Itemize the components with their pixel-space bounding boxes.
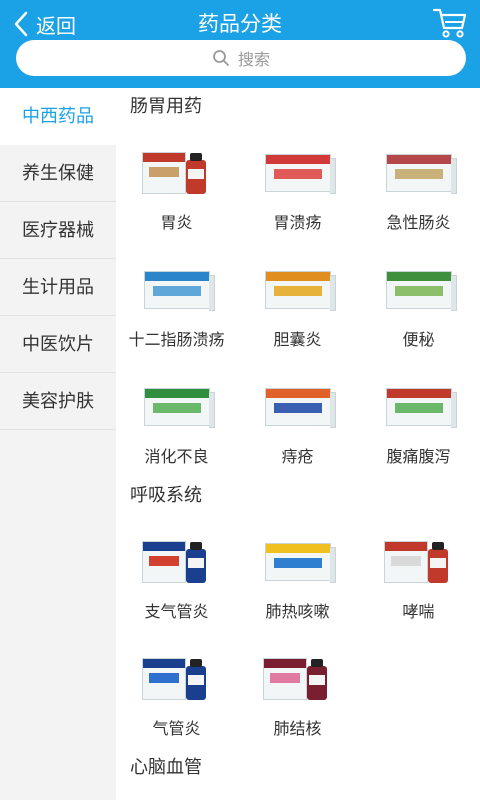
category-item-label: 腹痛腹泻 [386, 447, 451, 466]
category-item-label: 胃溃疡 [273, 213, 322, 232]
category-item[interactable]: 急性肠炎 [358, 126, 479, 243]
category-item[interactable]: 胃炎 [116, 126, 237, 243]
search-placeholder: 搜索 [237, 50, 270, 69]
category-item[interactable]: 腹痛腹泻 [358, 360, 479, 477]
category-item-label: 气管炎 [152, 719, 201, 738]
category-item[interactable]: 肺热咳嗽 [237, 515, 358, 632]
category-item-label: 急性肠炎 [386, 213, 451, 232]
category-sidebar: 中西药品 养生保健 医疗器械 生计用品 中医饮片 美容护肤 [0, 88, 116, 800]
page-title: 药品分类 [198, 12, 282, 36]
sidebar-item-herbal-pieces[interactable]: 中医饮片 [0, 316, 116, 373]
category-item-label: 消化不良 [144, 447, 209, 466]
category-item[interactable]: 便秘 [358, 243, 479, 360]
category-item[interactable]: 消化不良 [116, 360, 237, 477]
product-image [261, 140, 336, 200]
product-image [261, 646, 335, 706]
product-image [261, 529, 336, 589]
category-item-label: 胆囊炎 [273, 330, 322, 349]
category-item[interactable]: 气管炎 [116, 632, 237, 749]
category-grid-respiratory: 支气管炎 肺热咳嗽 哮喘气管炎 肺结核 [116, 515, 480, 749]
category-item-label: 便秘 [402, 330, 435, 349]
category-item-label: 肺结核 [273, 719, 322, 738]
search-input[interactable]: 搜索 [16, 40, 466, 76]
product-image [261, 374, 336, 434]
product-image [382, 257, 457, 317]
sidebar-item-beauty-skincare[interactable]: 美容护肤 [0, 373, 116, 430]
category-item[interactable]: 肺结核 [237, 632, 358, 749]
product-image [382, 529, 456, 589]
product-image [140, 529, 214, 589]
category-item[interactable]: 十二指肠溃疡 [116, 243, 237, 360]
category-item[interactable]: 支气管炎 [116, 515, 237, 632]
category-item-label: 哮喘 [402, 602, 435, 621]
category-item[interactable]: 胃溃疡 [237, 126, 358, 243]
category-item-label: 痔疮 [281, 447, 314, 466]
category-item-label: 肺热咳嗽 [265, 602, 330, 621]
product-image [140, 140, 214, 200]
sidebar-item-western-chinese-medicine[interactable]: 中西药品 [0, 88, 116, 145]
header-bar: 返回 药品分类 搜索 [0, 0, 480, 88]
section-title-cardio: 心脑血管 [130, 757, 202, 778]
category-item-label: 支气管炎 [144, 602, 209, 621]
category-item-label: 十二指肠溃疡 [128, 330, 225, 349]
product-image [140, 646, 214, 706]
category-item-label: 胃炎 [160, 213, 193, 232]
sidebar-item-family-planning[interactable]: 生计用品 [0, 259, 116, 316]
category-item[interactable]: 胆囊炎 [237, 243, 358, 360]
category-content: 肠胃用药 胃炎 胃溃疡 急性肠炎十二指肠溃疡 胆囊炎 便秘消化不良 痔疮 腹痛腹泻 呼吸系统… [116, 88, 480, 800]
category-item[interactable]: 痔疮 [237, 360, 358, 477]
product-image [140, 374, 215, 434]
search-icon [213, 50, 229, 66]
section-title-gastro: 肠胃用药 [130, 96, 202, 117]
sidebar-item-health-care[interactable]: 养生保健 [0, 145, 116, 202]
sidebar-item-medical-devices[interactable]: 医疗器械 [0, 202, 116, 259]
section-title-respiratory: 呼吸系统 [130, 485, 202, 506]
product-image [140, 257, 215, 317]
product-image [382, 140, 457, 200]
product-image [261, 257, 336, 317]
category-grid-gastro: 胃炎 胃溃疡 急性肠炎十二指肠溃疡 胆囊炎 便秘消化不良 痔疮 腹痛腹泻 [116, 126, 480, 477]
product-image [382, 374, 457, 434]
category-item[interactable]: 哮喘 [358, 515, 479, 632]
shopping-cart-icon[interactable] [432, 6, 468, 40]
